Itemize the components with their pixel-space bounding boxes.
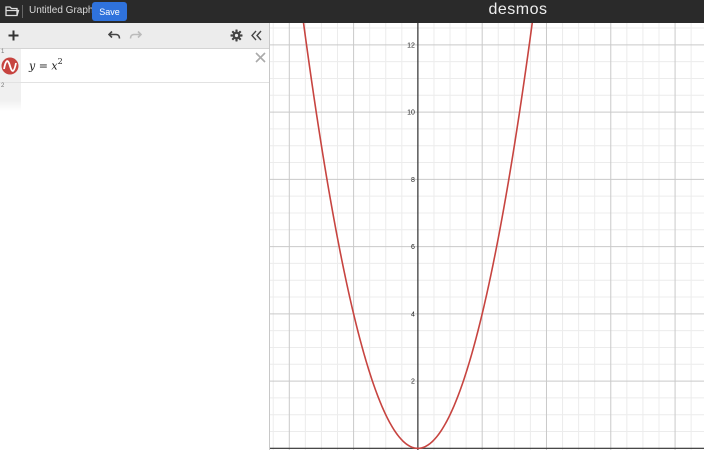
- double-chevron-left-icon[interactable]: [250, 29, 263, 42]
- y-axis-tick-labels: 2 4 6 8 10 12: [407, 42, 415, 385]
- grid-minor: [270, 23, 704, 450]
- grid-major: [270, 23, 704, 450]
- top-bar: Untitled Graph Save desmos: [0, 0, 704, 23]
- expression-index: 1: [1, 49, 5, 55]
- expression-gutter: 1: [0, 49, 21, 82]
- gear-icon[interactable]: [230, 29, 243, 42]
- plus-icon[interactable]: [7, 29, 20, 42]
- y-tick-label: 10: [407, 110, 415, 117]
- redo-icon[interactable]: [129, 30, 142, 41]
- y-tick-label: 4: [411, 311, 415, 318]
- graph-canvas[interactable]: -4-202468 24681012: [270, 23, 704, 450]
- y-tick-label: 2: [411, 379, 415, 386]
- graph-paper[interactable]: -4-202468 24681012: [270, 23, 704, 450]
- expression-gutter: 2: [0, 83, 21, 111]
- undo-icon[interactable]: [108, 30, 121, 41]
- expression-row-empty[interactable]: 2: [0, 83, 269, 111]
- y-tick-label: 6: [411, 244, 415, 251]
- expression-math[interactable]: y = x2: [29, 57, 63, 73]
- graph-color-toggle-icon[interactable]: [1, 57, 19, 75]
- expression-row[interactable]: 1 y = x2: [0, 49, 269, 83]
- expression-exponent: 2: [57, 57, 63, 66]
- expression-latex: y = x: [29, 59, 58, 73]
- expression-index: 2: [1, 83, 5, 89]
- expression-toolbar: [0, 23, 269, 49]
- expression-panel: 1 y = x2 2: [0, 23, 270, 450]
- desmos-logo: desmos: [488, 1, 548, 18]
- expression-list: 1 y = x2 2: [0, 49, 269, 111]
- y-tick-label: 12: [407, 42, 415, 49]
- y-tick-label: 8: [411, 177, 415, 184]
- axes: [270, 23, 704, 450]
- close-icon[interactable]: [255, 52, 266, 63]
